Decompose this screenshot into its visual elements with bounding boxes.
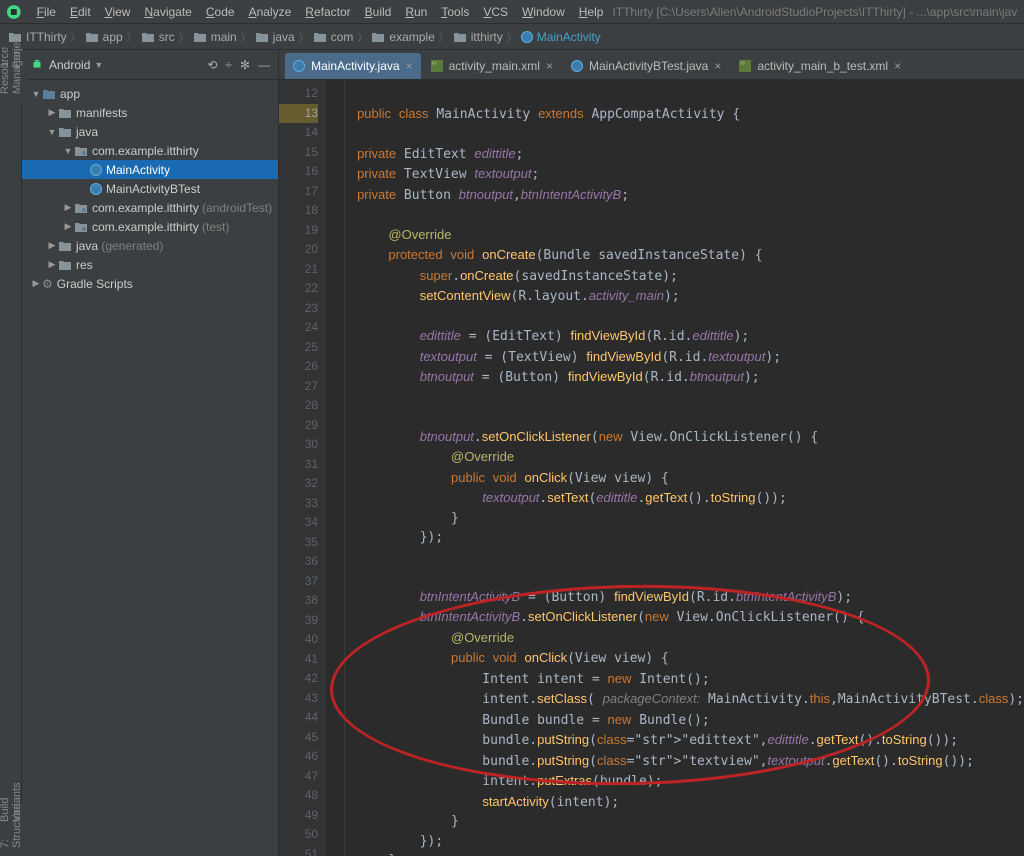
editor-tab-activity_main_b_test.xml[interactable]: activity_main_b_test.xml× (731, 53, 909, 79)
editor-tab-MainActivityBTest.java[interactable]: MainActivityBTest.java× (563, 53, 729, 79)
tree-node-res[interactable]: ▶res (22, 255, 278, 274)
tree-node-com-example-itthirty[interactable]: ▼com.example.itthirty (22, 141, 278, 160)
class-icon (521, 31, 533, 43)
code-area[interactable]: 1213141516171819202122232425262728293031… (279, 80, 1024, 856)
tree-node-java[interactable]: ▶java (generated) (22, 236, 278, 255)
menu-tools[interactable]: Tools (434, 3, 476, 21)
editor-tab-activity_main.xml[interactable]: activity_main.xml× (423, 53, 561, 79)
xml-icon (431, 60, 443, 72)
menu-file[interactable]: File (30, 3, 63, 21)
breadcrumb-itthirty[interactable]: itthirty (453, 30, 503, 44)
editor-tabs: MainActivity.java×activity_main.xml×Main… (279, 50, 1024, 80)
editor: MainActivity.java×activity_main.xml×Main… (279, 50, 1024, 856)
folder-icon (141, 31, 155, 43)
tree-node-java[interactable]: ▼java (22, 122, 278, 141)
menu-refactor[interactable]: Refactor (298, 3, 357, 21)
gutter: 1213141516171819202122232425262728293031… (279, 80, 325, 856)
menu-vcs[interactable]: VCS (476, 3, 515, 21)
left-toolbar: 1: Project Resource Manager Build Varian… (0, 50, 22, 856)
collapse-icon[interactable]: — (258, 58, 270, 72)
select-opened-icon[interactable]: ÷ (225, 58, 232, 72)
class-icon (571, 60, 583, 72)
breadcrumb-main[interactable]: main (193, 30, 237, 44)
menu-code[interactable]: Code (199, 3, 242, 21)
close-icon[interactable]: × (546, 59, 553, 73)
breadcrumb-java[interactable]: java (255, 30, 295, 44)
close-icon[interactable]: × (894, 59, 901, 73)
breadcrumb-app[interactable]: app (85, 30, 123, 44)
class-icon (293, 60, 305, 72)
menu-run[interactable]: Run (398, 3, 434, 21)
menu-analyze[interactable]: Analyze (242, 3, 299, 21)
breadcrumb-example[interactable]: example (371, 30, 434, 44)
tree-node-com-example-itthirty[interactable]: ▶com.example.itthirty (androidTest) (22, 198, 278, 217)
editor-tab-MainActivity.java[interactable]: MainActivity.java× (285, 53, 421, 79)
android-icon (30, 58, 44, 72)
tree-node-com-example-itthirty[interactable]: ▶com.example.itthirty (test) (22, 217, 278, 236)
gear-icon[interactable]: ✻ (240, 58, 250, 72)
window-title: ITThirty [C:\Users\Allen\AndroidStudioPr… (612, 5, 1018, 19)
structure-tab[interactable]: 7: Structure (0, 830, 27, 856)
breadcrumb-com[interactable]: com (313, 30, 354, 44)
android-studio-icon (6, 4, 22, 20)
tree-node-manifests[interactable]: ▶manifests (22, 103, 278, 122)
tree-node-MainActivityBTest[interactable]: MainActivityBTest (22, 179, 278, 198)
menu-edit[interactable]: Edit (63, 3, 98, 21)
dropdown-icon[interactable]: ▼ (94, 60, 103, 70)
breadcrumb: ITThirty〉app〉src〉main〉java〉com〉example〉i… (0, 24, 1024, 50)
breadcrumb-src[interactable]: src (141, 30, 175, 44)
project-tree: Android ▼ ⟲ ÷ ✻ — ▼app▶manifests▼java▼co… (22, 50, 279, 856)
menu-bar: FileEditViewNavigateCodeAnalyzeRefactorB… (0, 0, 1024, 24)
sync-icon[interactable]: ⟲ (207, 58, 217, 72)
tree-mode-label[interactable]: Android (49, 58, 90, 72)
folder-icon (193, 31, 207, 43)
folder-icon (453, 31, 467, 43)
code[interactable]: public class MainActivity extends AppCom… (345, 80, 1024, 856)
folder-icon (313, 31, 327, 43)
folder-icon (85, 31, 99, 43)
tree-node-Gradle Scripts[interactable]: ▶⚙Gradle Scripts (22, 274, 278, 293)
tree-node-MainActivity[interactable]: MainActivity (22, 160, 278, 179)
tree-body[interactable]: ▼app▶manifests▼java▼com.example.itthirty… (22, 80, 278, 297)
menu-navigate[interactable]: Navigate (137, 3, 198, 21)
menu-view[interactable]: View (98, 3, 138, 21)
tree-header: Android ▼ ⟲ ÷ ✻ — (22, 50, 278, 80)
folder-icon (371, 31, 385, 43)
folder-icon (255, 31, 269, 43)
fold-gutter (325, 80, 345, 856)
close-icon[interactable]: × (406, 59, 413, 73)
menu-help[interactable]: Help (572, 3, 611, 21)
xml-icon (739, 60, 751, 72)
menu-window[interactable]: Window (515, 3, 572, 21)
breadcrumb-MainActivity[interactable]: MainActivity (521, 30, 601, 44)
menu-build[interactable]: Build (358, 3, 399, 21)
tree-node-app[interactable]: ▼app (22, 84, 278, 103)
close-icon[interactable]: × (714, 59, 721, 73)
resource-manager-tab[interactable]: Resource Manager (0, 76, 27, 102)
